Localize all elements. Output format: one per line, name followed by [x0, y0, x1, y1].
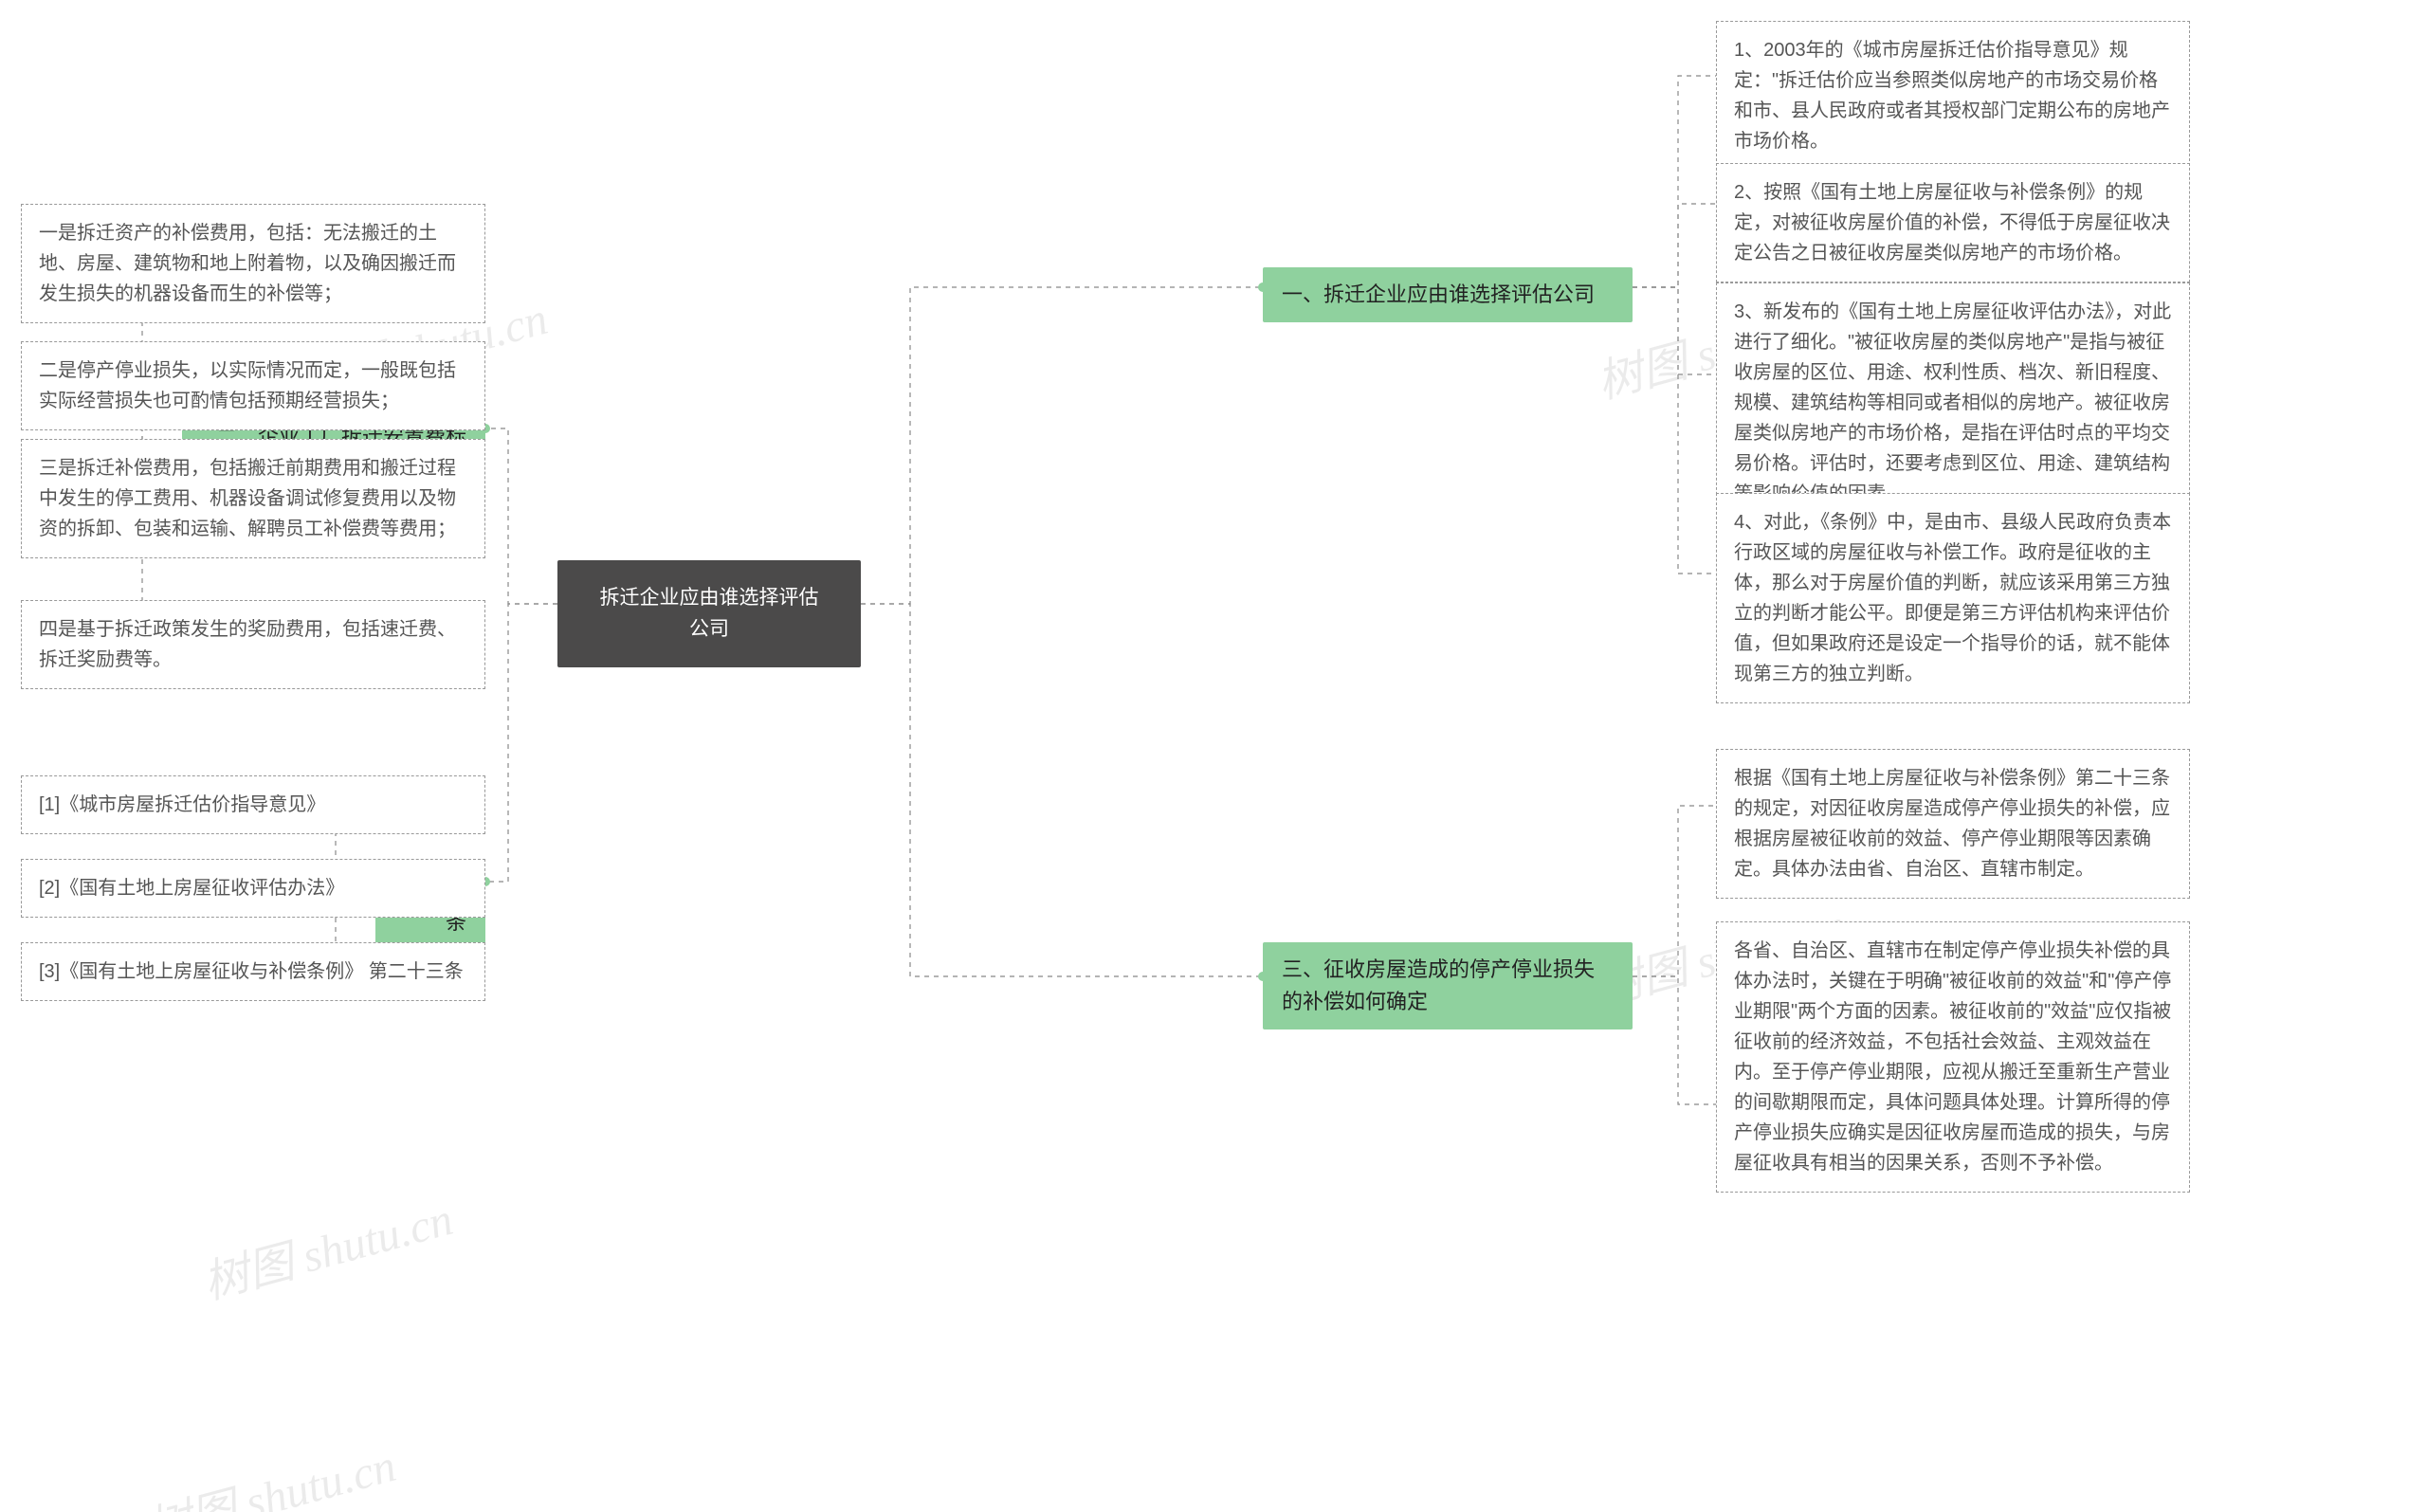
- leaf-node[interactable]: [3]《国有土地上房屋征收与补偿条例》 第二十三条: [21, 942, 485, 1001]
- branch-label: 一、拆迁企业应由谁选择评估公司: [1282, 282, 1595, 306]
- watermark: 树图 shutu.cn: [138, 1428, 402, 1512]
- mindmap-center[interactable]: 拆迁企业应由谁选择评估 公司: [557, 560, 861, 667]
- branch-node[interactable]: 一、拆迁企业应由谁选择评估公司: [1263, 267, 1633, 322]
- leaf-text: 根据《国有土地上房屋征收与补偿条例》第二十三条的规定，对因征收房屋造成停产停业损…: [1734, 768, 2170, 880]
- leaf-text: 各省、自治区、直辖市在制定停产停业损失补偿的具体办法时，关键在于明确"被征收前的…: [1734, 940, 2171, 1174]
- leaf-node[interactable]: 2、按照《国有土地上房屋征收与补偿条例》的规定，对被征收房屋价值的补偿，不得低于…: [1716, 163, 2190, 282]
- center-label: 拆迁企业应由谁选择评估 公司: [600, 587, 819, 640]
- leaf-text: 4、对此，《条例》中，是由市、县级人民政府负责本行政区域的房屋征收与补偿工作。政…: [1734, 512, 2171, 684]
- leaf-node[interactable]: 三是拆迁补偿费用，包括搬迁前期费用和搬迁过程中发生的停工费用、机器设备调试修复费…: [21, 439, 485, 558]
- leaf-text: 三是拆迁补偿费用，包括搬迁前期费用和搬迁过程中发生的停工费用、机器设备调试修复费…: [39, 458, 456, 539]
- leaf-node[interactable]: [1]《城市房屋拆迁估价指导意见》: [21, 775, 485, 834]
- leaf-text: [1]《城市房屋拆迁估价指导意见》: [39, 794, 325, 815]
- leaf-node[interactable]: 3、新发布的《国有土地上房屋征收评估办法》，对此进行了细化。"被征收房屋的类似房…: [1716, 282, 2190, 523]
- leaf-text: [2]《国有土地上房屋征收评估办法》: [39, 878, 344, 899]
- leaf-node[interactable]: 根据《国有土地上房屋征收与补偿条例》第二十三条的规定，对因征收房屋造成停产停业损…: [1716, 749, 2190, 899]
- branch-label: 三、征收房屋造成的停产停业损失的补偿如何确定: [1282, 957, 1595, 1013]
- leaf-text: 2、按照《国有土地上房屋征收与补偿条例》的规定，对被征收房屋价值的补偿，不得低于…: [1734, 182, 2170, 264]
- leaf-text: 二是停产停业损失，以实际情况而定，一般既包括实际经营损失也可酌情包括预期经营损失…: [39, 360, 456, 411]
- leaf-node[interactable]: 四是基于拆迁政策发生的奖励费用，包括速迁费、拆迁奖励费等。: [21, 600, 485, 689]
- leaf-text: [3]《国有土地上房屋征收与补偿条例》 第二十三条: [39, 961, 464, 982]
- leaf-text: 1、2003年的《城市房屋拆迁估价指导意见》规定："拆迁估价应当参照类似房地产的…: [1734, 40, 2170, 152]
- leaf-text: 一是拆迁资产的补偿费用，包括：无法搬迁的土地、房屋、建筑物和地上附着物，以及确因…: [39, 223, 456, 304]
- branch-node[interactable]: 三、征收房屋造成的停产停业损失的补偿如何确定: [1263, 942, 1633, 1029]
- leaf-node[interactable]: 二是停产停业损失，以实际情况而定，一般既包括实际经营损失也可酌情包括预期经营损失…: [21, 341, 485, 430]
- leaf-node[interactable]: 一是拆迁资产的补偿费用，包括：无法搬迁的土地、房屋、建筑物和地上附着物，以及确因…: [21, 204, 485, 323]
- watermark: 树图 shutu.cn: [195, 1181, 459, 1311]
- leaf-node[interactable]: 各省、自治区、直辖市在制定停产停业损失补偿的具体办法时，关键在于明确"被征收前的…: [1716, 921, 2190, 1193]
- leaf-node[interactable]: [2]《国有土地上房屋征收评估办法》: [21, 859, 485, 918]
- leaf-node[interactable]: 1、2003年的《城市房屋拆迁估价指导意见》规定："拆迁估价应当参照类似房地产的…: [1716, 21, 2190, 171]
- leaf-node[interactable]: 4、对此，《条例》中，是由市、县级人民政府负责本行政区域的房屋征收与补偿工作。政…: [1716, 493, 2190, 703]
- leaf-text: 四是基于拆迁政策发生的奖励费用，包括速迁费、拆迁奖励费等。: [39, 619, 456, 670]
- leaf-text: 3、新发布的《国有土地上房屋征收评估办法》，对此进行了细化。"被征收房屋的类似房…: [1734, 301, 2171, 504]
